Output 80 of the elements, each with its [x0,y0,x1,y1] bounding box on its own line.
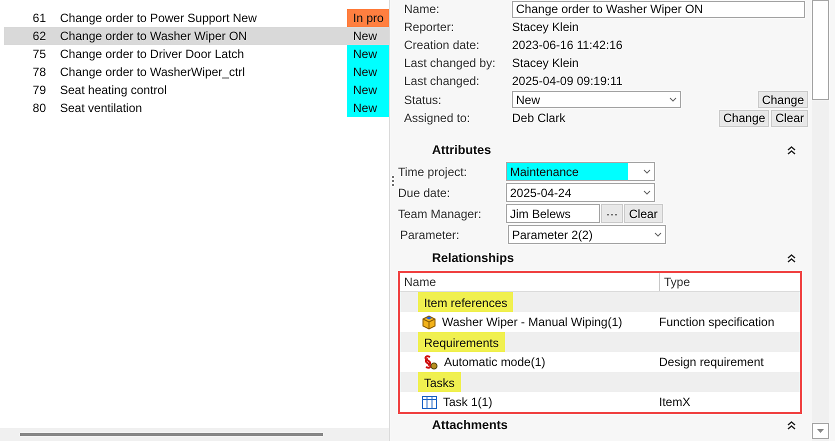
group-label[interactable]: Tasks [418,372,461,392]
task-row[interactable]: 61 Change order to Power Support New In pro [4,9,389,27]
task-number: 61 [32,11,47,25]
collapse-icon[interactable] [787,420,796,430]
task-number: 79 [32,83,47,97]
caret-icon [669,97,677,102]
group-label[interactable]: Item references [418,292,514,312]
field-label: Due date: [398,186,452,200]
dropdown-field[interactable]: Parameter 2(2) [508,225,666,244]
field-label: Status: [404,92,442,106]
column-header[interactable]: Name [400,273,660,291]
field-label: Parameter: [400,228,460,242]
task-name: Seat heating control [60,83,168,97]
dropdown-field[interactable]: 2025-04-24 [506,183,655,202]
task-name: Change order to Driver Door Latch [60,47,246,61]
field-label: Creation date: [404,38,480,52]
relation-name[interactable]: Automatic mode(1) [444,355,546,369]
dropdown-field[interactable]: Maintenance [506,162,655,181]
relation-type: Design requirement [658,355,764,369]
field-label: Team Manager: [398,206,482,220]
action-button[interactable]: Change [719,110,770,126]
dropdown-field[interactable]: New [512,91,681,108]
field-value: Stacey Klein [512,20,579,34]
task-name: Change order to Washer Wiper ON [60,29,248,43]
task-number: 75 [32,47,47,61]
field-value: Deb Clark [512,111,566,125]
field-label: Last changed by: [404,56,496,70]
task-row[interactable]: 62 Change order to Washer Wiper ON New [4,27,389,45]
task-row[interactable]: 75 Change order to Driver Door Latch New [4,45,389,63]
relation-name[interactable]: Washer Wiper - Manual Wiping(1) [442,315,622,329]
status-cell: In pro [347,9,389,27]
relation-type: ItemX [658,395,690,409]
section-gear-icon [422,354,438,370]
task-row[interactable]: 79 Seat heating control New [4,81,389,99]
collapse-icon[interactable] [787,254,796,262]
field-value: 2025-04-09 09:19:11 [512,74,623,88]
caret-icon [643,169,651,174]
column-header[interactable]: Type [660,275,690,289]
caret-icon [654,232,662,237]
scroll-thumb[interactable] [812,0,829,100]
horizontal-scrollbar[interactable] [0,428,389,441]
relation-type: Function specification [658,315,774,329]
group-label[interactable]: Requirements [418,332,505,352]
task-number: 80 [32,101,47,115]
splitter-grip-icon[interactable] [392,176,395,187]
field-label: Last changed: [404,74,480,88]
task-row[interactable]: 80 Seat ventilation New [4,99,389,117]
status-cell: New [347,81,389,99]
task-name: Change order to WasherWiper_ctrl [60,65,246,79]
task-row[interactable]: 78 Change order to WasherWiper_ctrl New [4,63,389,81]
field-value: Stacey Klein [512,56,579,70]
status-cell: New [347,45,389,63]
task-name: Change order to Power Support New [60,11,258,25]
cube-icon [422,314,436,330]
task-number: 62 [32,29,47,43]
task-number: 78 [32,65,47,79]
section-title: Relationships [432,251,515,265]
table-icon [422,396,437,408]
field-label: Time project: [398,164,468,178]
action-button[interactable]: Clear [624,204,663,223]
section-title: Attributes [432,143,492,157]
status-cell-text: New [352,28,378,45]
task-name: Seat ventilation [60,101,144,115]
action-button[interactable]: ··· [601,204,623,223]
action-button[interactable]: Clear [771,110,808,126]
field-label: Assigned to: [404,111,472,125]
collapse-icon[interactable] [787,146,796,154]
caret-icon [643,190,651,195]
field-value: 2023-06-16 11:42:16 [512,38,623,52]
section-title: Attachments [432,418,509,432]
status-cell: New [347,63,389,81]
person-field[interactable]: Jim Belews [506,204,600,223]
status-cell: New [347,99,389,117]
action-button[interactable]: Change [758,91,808,108]
name-field[interactable]: Change order to Washer Wiper ON [512,0,805,18]
vertical-scrollbar[interactable] [812,0,829,441]
field-label: Name: [404,2,440,16]
down-arrow-icon[interactable] [817,429,824,433]
relation-name[interactable]: Task 1(1) [443,395,492,409]
field-label: Reporter: [404,20,456,34]
